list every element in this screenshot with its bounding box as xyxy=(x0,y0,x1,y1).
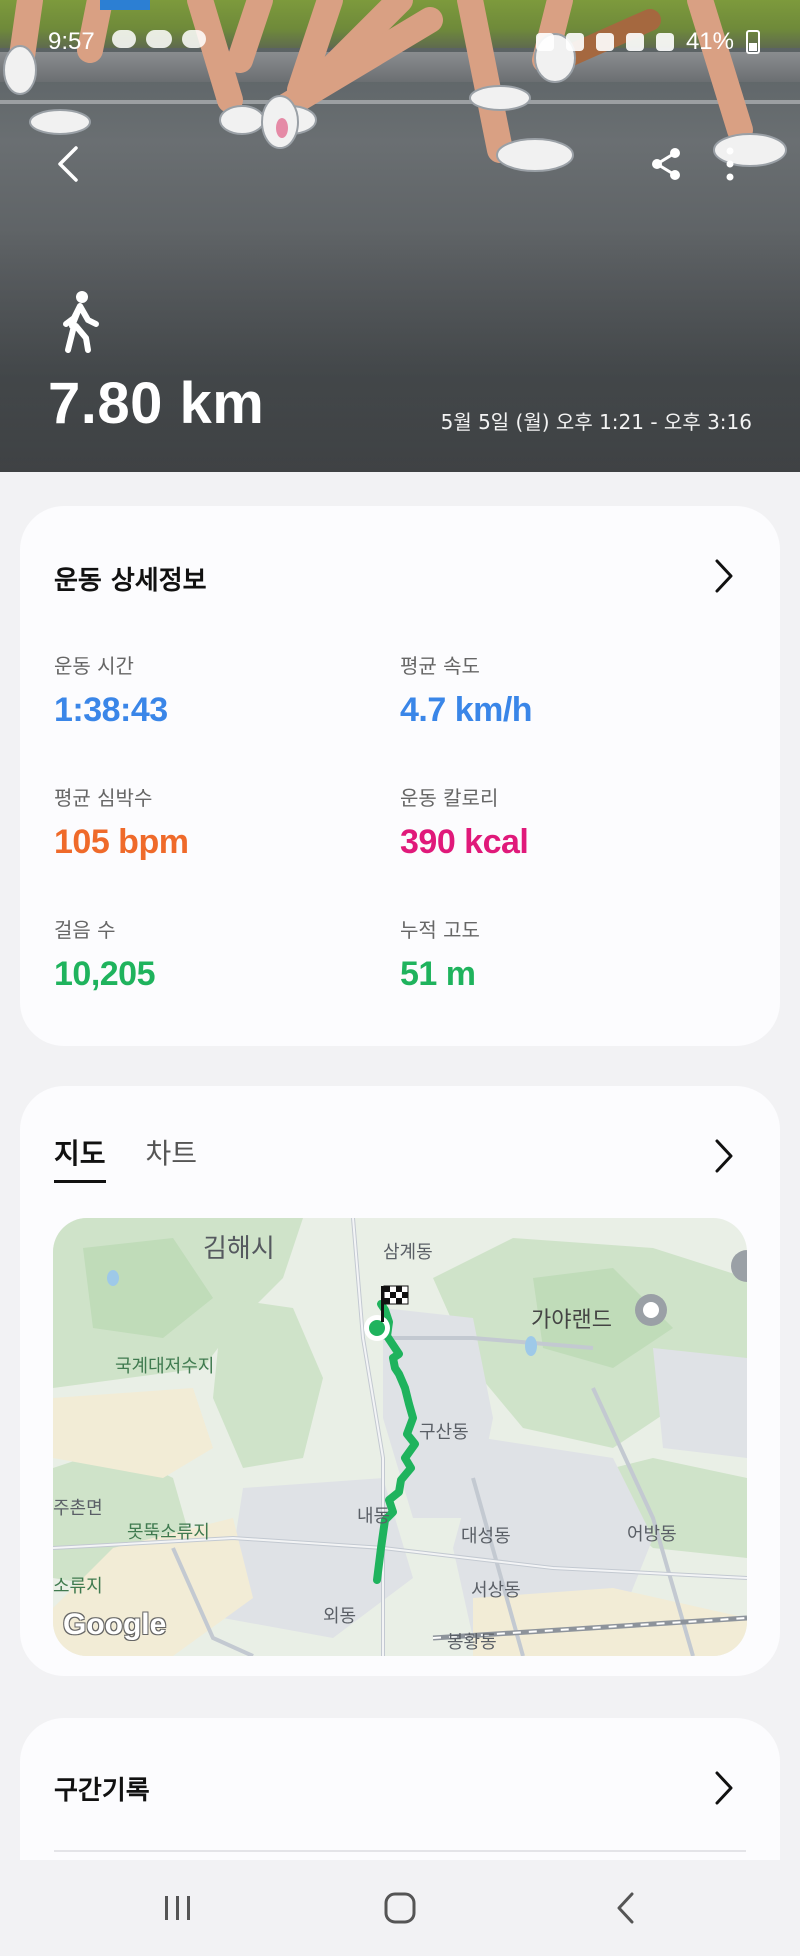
map-label: 구산동 xyxy=(419,1422,469,1443)
stat-label: 운동 시간 xyxy=(54,654,134,678)
map-label: 내동 xyxy=(357,1506,391,1527)
map-label: 국계대저수지 xyxy=(115,1356,215,1377)
share-icon xyxy=(652,148,680,180)
map-label: 외동 xyxy=(323,1606,357,1627)
mute-icon xyxy=(595,33,614,51)
more-vertical-icon xyxy=(726,147,734,181)
system-nav-bar xyxy=(0,1860,800,1956)
workout-details-card: 운동 상세정보 운동 시간 1:38:43 평균 속도 4.7 km/h 평균 … xyxy=(20,506,780,1046)
stat-elevation-gain: 누적 고도 51 m xyxy=(400,914,480,994)
map-label: 가야랜드 xyxy=(531,1308,612,1333)
stat-label: 평균 심박수 xyxy=(54,786,153,810)
route-map[interactable]: 김해시 삼계동 가야랜드 국계대저수지 구산동 주촌면 못뚝소류지 내동 대성동… xyxy=(53,1218,747,1656)
battery-percent: 41% xyxy=(685,28,734,55)
tab-map[interactable]: 지도 xyxy=(54,1132,106,1183)
stat-avg-speed: 평균 속도 4.7 km/h xyxy=(400,650,533,730)
map-label: 주촌면 xyxy=(53,1498,103,1519)
distance-value: 7.80 km xyxy=(48,371,265,436)
stat-value: 10,205 xyxy=(54,955,156,993)
recent-apps-icon xyxy=(165,1896,190,1920)
bluetooth-icon xyxy=(565,33,584,51)
back-button[interactable] xyxy=(38,134,98,194)
map-label: 대성동 xyxy=(461,1526,511,1547)
stat-value: 1:38:43 xyxy=(54,691,168,729)
status-time: 9:57 xyxy=(48,28,95,55)
map-label: 삼계동 xyxy=(383,1242,433,1263)
map-card: 지도 차트 김해시 삼계동 가야랜드 국계대저수지 구산동 주촌면 못뚝소류지 … xyxy=(20,1086,780,1676)
map-label: 소류지 xyxy=(53,1576,103,1597)
map-label: 김해시 xyxy=(203,1234,275,1264)
stat-duration: 운동 시간 1:38:43 xyxy=(54,650,168,730)
map-background xyxy=(53,1218,747,1656)
map-label: 어방동 xyxy=(627,1524,677,1545)
card-title: 구간기록 xyxy=(54,1776,150,1806)
segments-more-button[interactable] xyxy=(704,1768,744,1808)
alarm-icon xyxy=(535,33,554,51)
stat-label: 운동 칼로리 xyxy=(400,786,499,810)
details-more-button[interactable] xyxy=(704,556,744,596)
map-more-button[interactable] xyxy=(704,1136,744,1176)
status-bar: 9:57 41% xyxy=(0,22,800,62)
notification-icon xyxy=(182,30,206,48)
back-icon xyxy=(617,1892,634,1924)
home-button[interactable] xyxy=(370,1878,430,1938)
stat-calories: 운동 칼로리 390 kcal xyxy=(400,782,529,862)
chevron-right-icon xyxy=(715,559,733,593)
chevron-right-icon xyxy=(715,1771,733,1805)
map-label: 봉황동 xyxy=(447,1632,497,1653)
notification-icons xyxy=(112,30,206,48)
chevron-left-icon xyxy=(58,146,78,182)
wifi-icon xyxy=(625,33,644,51)
chevron-right-icon xyxy=(715,1139,733,1173)
divider xyxy=(54,1850,746,1852)
walk-icon xyxy=(63,291,99,353)
card-title: 운동 상세정보 xyxy=(54,566,207,596)
stat-value: 390 kcal xyxy=(400,823,529,861)
system-back-button[interactable] xyxy=(596,1878,656,1938)
stat-label: 평균 속도 xyxy=(400,654,480,678)
stat-steps: 걸음 수 10,205 xyxy=(54,914,156,994)
stat-value: 51 m xyxy=(400,955,476,993)
stat-value: 4.7 km/h xyxy=(400,691,533,729)
battery-icon xyxy=(746,30,760,54)
home-icon xyxy=(384,1892,416,1924)
cloud-icon xyxy=(146,30,172,48)
status-right: 41% xyxy=(535,28,760,56)
tab-chart[interactable]: 차트 xyxy=(146,1132,198,1183)
signal-icon xyxy=(655,33,674,51)
stat-label: 누적 고도 xyxy=(400,918,480,942)
stat-label: 걸음 수 xyxy=(54,918,116,942)
map-chart-tabs: 지도 차트 xyxy=(54,1132,197,1183)
workout-date-range: 5월 5일 (월) 오후 1:21 - 오후 3:16 xyxy=(440,410,752,434)
notification-icon xyxy=(112,30,136,48)
share-button[interactable] xyxy=(636,134,696,194)
more-options-button[interactable] xyxy=(700,134,760,194)
stat-avg-heart-rate: 평균 심박수 105 bpm xyxy=(54,782,189,862)
map-label: 서상동 xyxy=(471,1580,521,1601)
stat-value: 105 bpm xyxy=(54,823,189,861)
map-label: 못뚝소류지 xyxy=(127,1522,210,1543)
recent-apps-button[interactable] xyxy=(148,1878,208,1938)
google-logo: Google xyxy=(63,1608,167,1641)
